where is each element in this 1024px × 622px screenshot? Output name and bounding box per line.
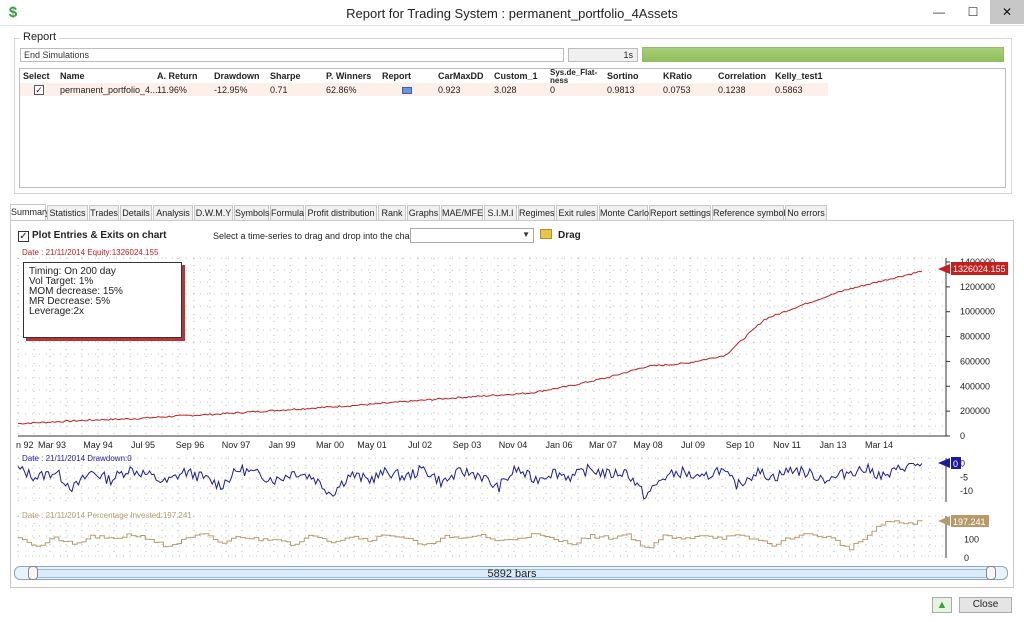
up-arrow-button[interactable]: ▲ bbox=[932, 597, 952, 613]
equity-x-tick: Nov 11 bbox=[773, 440, 801, 450]
invested-y-tick: 100 bbox=[964, 535, 979, 545]
drawdown-header: Date : 21/11/2014 Drawdown:0 bbox=[22, 454, 132, 463]
equity-x-tick: Jan 06 bbox=[545, 440, 572, 450]
drawdown-last-value: 0 bbox=[953, 459, 958, 469]
equity-x-tick: Jan 13 bbox=[819, 440, 846, 450]
equity-x-tick: Sep 96 bbox=[176, 440, 205, 450]
equity-x-tick: Jul 95 bbox=[131, 440, 155, 450]
bars-count: 5892 bars bbox=[487, 568, 537, 580]
invested-y-tick: 0 bbox=[964, 553, 969, 563]
equity-y-tick: 800000 bbox=[960, 332, 990, 342]
equity-marker-arrow bbox=[938, 264, 950, 274]
equity-x-tick: n 92 bbox=[16, 440, 34, 450]
equity-last-value: 1326024.155 bbox=[953, 264, 1006, 274]
equity-y-tick: 1200000 bbox=[960, 282, 995, 292]
drawdown-marker-arrow bbox=[938, 458, 950, 468]
up-arrow-icon[interactable]: ▲ bbox=[933, 598, 951, 612]
equity-x-tick: Mar 14 bbox=[865, 440, 893, 450]
strategy-info-box: Timing: On 200 day Vol Target: 1% MOM de… bbox=[23, 262, 182, 338]
equity-x-tick: Jul 02 bbox=[408, 440, 432, 450]
equity-x-tick: Mar 00 bbox=[316, 440, 344, 450]
invested-header: Date : 21/11/2014 Percentage Invested:19… bbox=[22, 511, 192, 520]
equity-x-tick: Nov 97 bbox=[222, 440, 251, 450]
drawdown-y-tick: -10 bbox=[960, 486, 973, 496]
equity-x-tick: Mar 07 bbox=[589, 440, 617, 450]
equity-y-tick: 600000 bbox=[960, 356, 990, 366]
equity-x-tick: Sep 10 bbox=[726, 440, 755, 450]
equity-x-tick: Jul 09 bbox=[681, 440, 705, 450]
equity-x-tick: Mar 93 bbox=[38, 440, 66, 450]
invested-grid bbox=[17, 515, 947, 558]
equity-x-tick: May 08 bbox=[633, 440, 663, 450]
drawdown-y-tick: -5 bbox=[960, 472, 968, 482]
equity-y-tick: 0 bbox=[960, 431, 965, 441]
invested-last-value: 197.241 bbox=[953, 517, 986, 527]
equity-y-tick: 400000 bbox=[960, 381, 990, 391]
equity-y-tick: 1000000 bbox=[960, 307, 995, 317]
equity-header: Date : 21/11/2014 Equity:1326024.155 bbox=[22, 248, 159, 257]
drawdown-line bbox=[17, 462, 923, 500]
invested-line bbox=[18, 520, 923, 551]
equity-x-tick: Sep 03 bbox=[453, 440, 482, 450]
equity-x-tick: May 94 bbox=[83, 440, 113, 450]
equity-x-tick: Jan 99 bbox=[268, 440, 295, 450]
equity-x-tick: May 01 bbox=[357, 440, 387, 450]
close-button[interactable]: Close bbox=[959, 597, 1012, 613]
info-line: Leverage:2x bbox=[29, 306, 85, 317]
equity-x-tick: Nov 04 bbox=[499, 440, 528, 450]
equity-y-tick: 200000 bbox=[960, 406, 990, 416]
invested-marker-arrow bbox=[938, 516, 950, 526]
